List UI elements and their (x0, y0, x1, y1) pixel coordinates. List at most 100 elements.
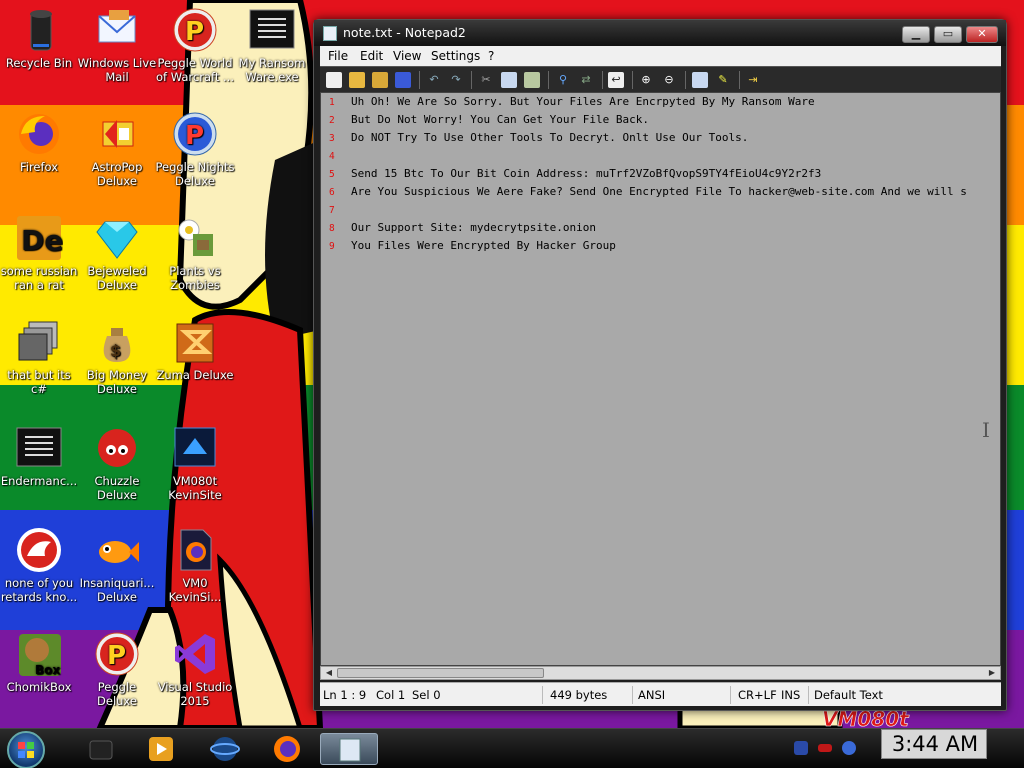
desktop-icon-big-money-deluxe[interactable]: $ Big Money Deluxe (76, 318, 158, 396)
exit-icon[interactable]: ⇥ (745, 72, 761, 88)
line-number: 2 (329, 115, 335, 126)
text-line: Our Support Site: mydecrytpsite.onion (351, 221, 597, 234)
save-icon[interactable] (395, 72, 411, 88)
text-line: But Do Not Worry! You Can Get Your File … (351, 113, 650, 126)
maximize-button[interactable]: ▭ (934, 26, 962, 43)
undo-icon[interactable]: ↶ (426, 72, 442, 88)
new-file-icon[interactable] (326, 72, 342, 88)
desktop-icon-visual-studio-2015[interactable]: Visual Studio 2015 (154, 630, 236, 708)
minimize-icon: ▁ (911, 27, 921, 40)
desktop-icon-vm080t-kevinsite[interactable]: VM080t KevinSite (154, 424, 236, 502)
notepad2-window[interactable]: note.txt - Notepad2 ▁ ▭ ✕ File Edit View… (313, 19, 1007, 711)
browse-icon[interactable] (372, 72, 388, 88)
clock-panel[interactable]: 3:44 AM (881, 729, 987, 759)
desktop-icon-zuma-deluxe[interactable]: Zuma Deluxe (154, 318, 236, 382)
taskbar: 3:44 AM (0, 728, 1024, 768)
taskbar-notepad2-button[interactable] (320, 733, 378, 765)
desktop-icon-chomikbox[interactable]: Box ChomikBox (0, 630, 80, 694)
status-insert-mode[interactable]: INS (781, 688, 800, 702)
status-encoding[interactable]: ANSI (638, 688, 665, 702)
zoom-out-icon[interactable]: ⊖ (661, 72, 677, 88)
window-titlebar[interactable]: note.txt - Notepad2 ▁ ▭ ✕ (314, 20, 1006, 46)
taskbar-media-center-icon[interactable] (80, 733, 122, 765)
menu-file[interactable]: File (328, 49, 348, 63)
close-icon: ✕ (977, 27, 987, 40)
replace-icon[interactable]: ⇄ (578, 72, 594, 88)
word-wrap-icon[interactable]: ↩ (608, 72, 624, 88)
cut-icon[interactable]: ✂ (478, 72, 494, 88)
text-line: Uh Oh! We Are So Sorry. But Your Files A… (351, 95, 815, 108)
chuzzle-icon (93, 424, 141, 472)
text-line: Are You Suspicious We Aere Fake? Send On… (351, 185, 967, 198)
line-number: 4 (329, 151, 335, 162)
desktop-icon-endermanc[interactable]: Endermanc... (0, 424, 80, 488)
scroll-left-icon[interactable]: ◀ (322, 668, 336, 678)
scheme-icon[interactable] (692, 72, 708, 88)
text-editor[interactable]: 1 2 3 4 5 6 7 8 9 Uh Oh! We Are So Sorry… (320, 92, 1001, 666)
desktop-icon-my-ransom-ware[interactable]: My Ransom Ware.exe (231, 6, 313, 84)
desktop-icon-vm0-kevinsite[interactable]: VM0 KevinSi... (154, 526, 236, 604)
line-number: 9 (329, 241, 335, 252)
desktop-icon-plants-vs-zombies[interactable]: Plants vs Zombies (154, 214, 236, 292)
zoom-in-icon[interactable]: ⊕ (638, 72, 654, 88)
svg-text:De: De (21, 224, 63, 257)
desktop-icon-windows-live-mail[interactable]: Windows Live Mail (76, 6, 158, 84)
svg-text:$: $ (110, 341, 121, 360)
minimize-button[interactable]: ▁ (902, 26, 930, 43)
mail-icon (93, 6, 141, 54)
taskbar-firefox-icon[interactable] (266, 733, 308, 765)
desktop-icon-peggle-nights-deluxe[interactable]: P Peggle Nights Deluxe (154, 110, 236, 188)
status-scheme[interactable]: Default Text (814, 688, 883, 702)
redo-icon[interactable]: ↷ (448, 72, 464, 88)
desktop-icon-peggle-world-of-warcraft[interactable]: P Peggle World of Warcraft ... (154, 6, 236, 84)
menu-settings[interactable]: Settings (431, 49, 480, 63)
status-line-position: Ln 1 : 9 (323, 688, 367, 702)
toolbar-separator (471, 71, 472, 89)
text-line: Do NOT Try To Use Other Tools To Decryt.… (351, 131, 749, 144)
network-icon[interactable] (818, 744, 832, 752)
plant-icon (171, 214, 219, 262)
svg-text:P: P (185, 17, 204, 47)
close-button[interactable]: ✕ (966, 26, 998, 43)
text-line: You Files Were Encrypted By Hacker Group (351, 239, 616, 252)
desktop-icon-some-russian-ran-a-rat[interactable]: De some russian ran a rat (0, 214, 80, 292)
scrollbar-thumb[interactable] (337, 668, 544, 678)
goldfish-icon (93, 526, 141, 574)
peggle-nights-icon: P (171, 110, 219, 158)
status-line-ending[interactable]: CR+LF (738, 688, 777, 702)
taskbar-media-player-icon[interactable] (140, 733, 182, 765)
desktop-icon-insaniquarium-deluxe[interactable]: Insaniquari... Deluxe (76, 526, 158, 604)
menu-help[interactable]: ? (488, 49, 494, 63)
menu-view[interactable]: View (393, 49, 421, 63)
desktop-icon-that-but-its-csharp[interactable]: that but its c# (0, 318, 80, 396)
defender-shield-icon[interactable] (794, 741, 808, 755)
recycle-bin-icon (15, 6, 63, 54)
find-icon[interactable]: ⚲ (555, 72, 571, 88)
desktop-icon-chuzzle-deluxe[interactable]: Chuzzle Deluxe (76, 424, 158, 502)
open-folder-icon[interactable] (349, 72, 365, 88)
scroll-right-icon[interactable]: ▶ (985, 668, 999, 678)
customize-scheme-icon[interactable]: ✎ (715, 72, 731, 88)
paste-icon[interactable] (524, 72, 540, 88)
desktop-icon-none-of-you[interactable]: none of you retards kno... (0, 526, 80, 604)
vm-shortcut-icon (171, 424, 219, 472)
desktop-icon-bejeweled-deluxe[interactable]: Bejeweled Deluxe (76, 214, 158, 292)
copy-icon[interactable] (501, 72, 517, 88)
horizontal-scrollbar[interactable]: ◀ ▶ (320, 666, 1001, 680)
toolbar-separator (632, 71, 633, 89)
desktop-icon-astropop-deluxe[interactable]: AstroPop Deluxe (76, 110, 158, 188)
taskbar-ie-icon[interactable] (204, 733, 246, 765)
desktop-icon-firefox[interactable]: Firefox (0, 110, 80, 174)
astropop-icon (93, 110, 141, 158)
volume-icon[interactable] (842, 741, 856, 755)
desktop-icon-peggle-deluxe[interactable]: P Peggle Deluxe (76, 630, 158, 708)
visual-studio-icon (171, 630, 219, 678)
status-selection: Sel 0 (412, 688, 441, 702)
menu-edit[interactable]: Edit (360, 49, 383, 63)
toolbar-separator (739, 71, 740, 89)
red-dino-icon (15, 526, 63, 574)
de-app-icon: De (15, 214, 63, 262)
start-button[interactable] (7, 731, 45, 768)
toolbar-separator (602, 71, 603, 89)
desktop-icon-recycle-bin[interactable]: Recycle Bin (0, 6, 80, 70)
